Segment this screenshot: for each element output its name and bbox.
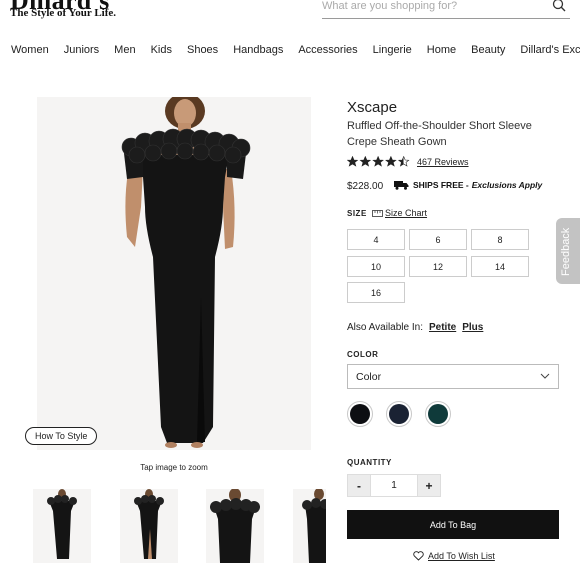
- exclusions-link[interactable]: Exclusions Apply: [472, 180, 543, 190]
- search-input[interactable]: [322, 0, 542, 12]
- nav-item-beauty[interactable]: Beauty: [471, 44, 505, 56]
- nav-item-accessories[interactable]: Accessories: [298, 44, 357, 56]
- quantity-minus-button[interactable]: -: [347, 474, 371, 497]
- color-swatch-black[interactable]: [347, 401, 373, 427]
- reviews-link[interactable]: 467 Reviews: [417, 157, 469, 167]
- product-brand[interactable]: Xscape: [347, 99, 397, 116]
- petite-link[interactable]: Petite: [429, 322, 456, 333]
- color-select[interactable]: Color: [347, 364, 559, 389]
- color-label: COLOR: [347, 350, 379, 359]
- swatch-fill: [389, 404, 409, 424]
- size-option-10[interactable]: 10: [347, 256, 405, 277]
- nav-item-women[interactable]: Women: [11, 44, 49, 56]
- product-name: Ruffled Off-the-Shoulder Short Sleeve Cr…: [347, 120, 532, 148]
- thumbnail-4[interactable]: [293, 489, 326, 563]
- main-nav: Women Juniors Men Kids Shoes Handbags Ac…: [0, 44, 580, 56]
- product-price: $228.00: [347, 181, 384, 192]
- tap-to-zoom-hint: Tap image to zoom: [140, 463, 208, 472]
- add-to-bag-button[interactable]: Add To Bag: [347, 510, 559, 539]
- feedback-tab[interactable]: Feedback: [556, 218, 580, 284]
- nav-item-lingerie[interactable]: Lingerie: [373, 44, 412, 56]
- product-main-image[interactable]: [37, 97, 311, 450]
- size-chart-label: Size Chart: [385, 208, 428, 218]
- size-option-16[interactable]: 16: [347, 282, 405, 303]
- search-icon[interactable]: [552, 0, 566, 12]
- thumbnail-2[interactable]: [120, 489, 178, 563]
- quantity-label: QUANTITY: [347, 458, 392, 467]
- color-swatch-navy[interactable]: [386, 401, 412, 427]
- size-option-6[interactable]: 6: [409, 229, 467, 250]
- thumbnail-3[interactable]: [206, 489, 264, 563]
- chevron-down-icon: [540, 373, 550, 379]
- also-available: Also Available In: Petite Plus: [347, 322, 483, 333]
- heart-icon: [413, 551, 424, 561]
- plus-link[interactable]: Plus: [462, 322, 483, 333]
- ships-free-label: SHIPS FREE -: [413, 180, 469, 190]
- search-bar[interactable]: [322, 0, 570, 19]
- quantity-input[interactable]: 1: [371, 474, 417, 497]
- quantity-plus-button[interactable]: +: [417, 474, 441, 497]
- how-to-style-button[interactable]: How To Style: [25, 427, 98, 445]
- quantity-stepper: - 1 +: [347, 474, 441, 497]
- star-rating-icon: [347, 156, 410, 167]
- logo-tagline: The Style of Your Life.: [10, 7, 117, 19]
- ruler-icon: [372, 209, 383, 217]
- nav-item-kids[interactable]: Kids: [151, 44, 172, 56]
- color-swatch-teal[interactable]: [425, 401, 451, 427]
- gown-illustration: [121, 97, 251, 448]
- size-option-12[interactable]: 12: [409, 256, 467, 277]
- thumbnail-1[interactable]: [33, 489, 91, 563]
- feedback-label: Feedback: [560, 227, 572, 276]
- nav-item-shoes[interactable]: Shoes: [187, 44, 218, 56]
- shipping-info: SHIPS FREE - Exclusions Apply: [394, 180, 542, 190]
- nav-item-dillards-exclusive[interactable]: Dillard's Exclusive: [520, 44, 580, 56]
- nav-item-handbags[interactable]: Handbags: [233, 44, 283, 56]
- size-label: SIZE: [347, 209, 367, 218]
- swatch-fill: [350, 404, 370, 424]
- also-available-label: Also Available In:: [347, 322, 423, 333]
- truck-icon: [394, 181, 409, 190]
- size-option-14[interactable]: 14: [471, 256, 529, 277]
- nav-item-juniors[interactable]: Juniors: [64, 44, 99, 56]
- add-to-wish-list[interactable]: Add To Wish List: [413, 551, 495, 561]
- size-option-8[interactable]: 8: [471, 229, 529, 250]
- nav-item-men[interactable]: Men: [114, 44, 135, 56]
- rating[interactable]: 467 Reviews: [347, 156, 469, 167]
- size-option-4[interactable]: 4: [347, 229, 405, 250]
- color-select-value: Color: [356, 370, 382, 383]
- swatch-fill: [428, 404, 448, 424]
- nav-item-home[interactable]: Home: [427, 44, 456, 56]
- wish-list-label: Add To Wish List: [428, 551, 495, 561]
- size-chart-link[interactable]: Size Chart: [372, 208, 427, 218]
